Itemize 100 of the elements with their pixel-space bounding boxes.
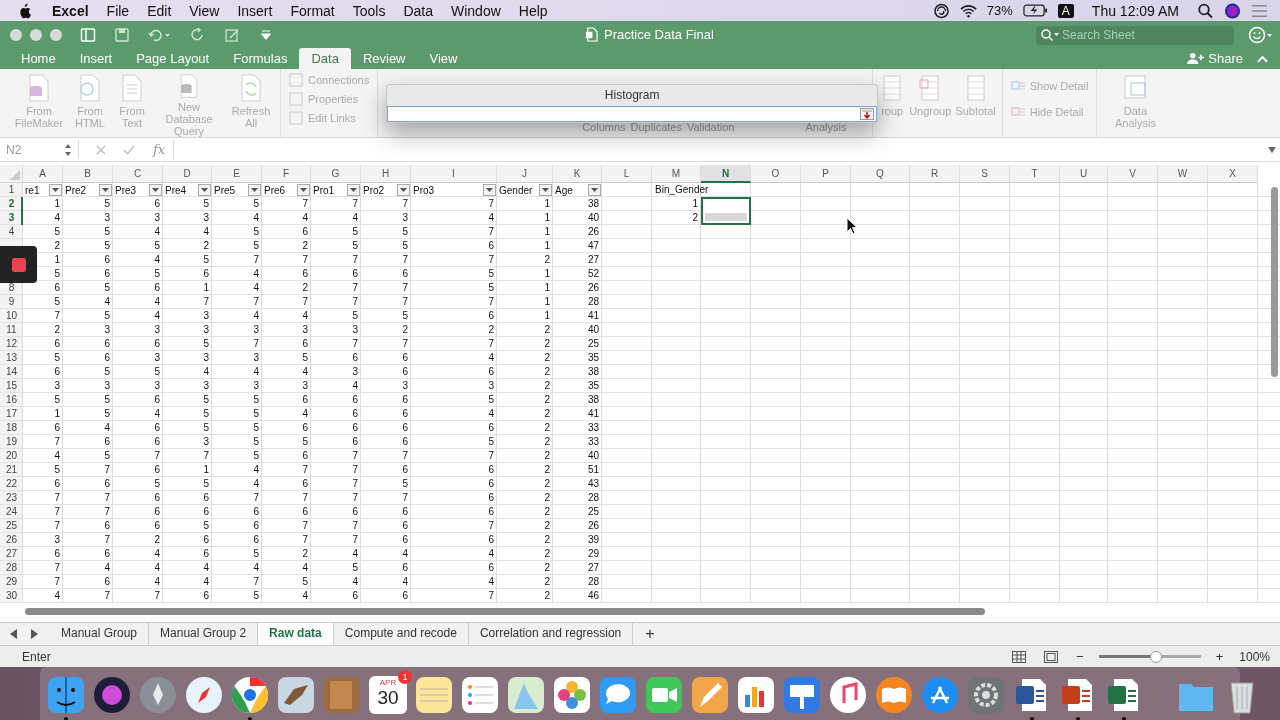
menu-item[interactable]: File — [106, 2, 130, 19]
filter-button-icon[interactable] — [99, 184, 112, 196]
filter-button-icon[interactable] — [198, 184, 211, 196]
row-header[interactable]: 11 — [0, 323, 23, 337]
column-header[interactable]: H — [361, 165, 411, 183]
wifi-icon[interactable] — [959, 2, 977, 19]
search-field[interactable]: Search Sheet — [1036, 25, 1234, 45]
menu-item[interactable]: Format — [290, 2, 335, 19]
zoom-in-button[interactable]: + — [1215, 649, 1224, 664]
menu-item[interactable]: View — [189, 2, 220, 19]
collapse-ribbon-icon[interactable] — [1257, 54, 1268, 63]
column-header[interactable]: Q — [851, 165, 910, 183]
edit-icon[interactable] — [224, 26, 240, 43]
sheet-tab[interactable]: Manual Group — [50, 623, 150, 645]
column-header[interactable]: X — [1208, 165, 1258, 183]
filter-button-icon[interactable] — [49, 184, 62, 196]
grid-view-icon[interactable] — [1012, 650, 1027, 663]
column-header[interactable]: I — [411, 165, 497, 183]
podium-icon[interactable] — [782, 674, 822, 715]
bar-chart-icon[interactable] — [736, 674, 776, 715]
vertical-scrollbar[interactable] — [1271, 187, 1278, 377]
column-header[interactable]: E — [212, 165, 262, 183]
row-header[interactable]: 27 — [0, 547, 23, 561]
column-header[interactable]: U — [1060, 165, 1108, 183]
column-header[interactable]: S — [960, 165, 1010, 183]
music-note-icon[interactable] — [828, 674, 868, 715]
notepad-icon[interactable] — [414, 674, 454, 715]
menu-clock[interactable]: Thu 12:09 AM — [1091, 2, 1179, 19]
column-header[interactable]: W — [1158, 165, 1208, 183]
row-header[interactable]: 28 — [0, 561, 23, 575]
row-header[interactable]: 16 — [0, 393, 23, 407]
stop-recording-button[interactable] — [0, 246, 37, 283]
row-header[interactable]: 4 — [0, 225, 23, 239]
stepper-icon[interactable] — [64, 142, 72, 157]
menu-item[interactable]: Data — [403, 2, 433, 19]
horizontal-scrollbar[interactable] — [25, 608, 985, 615]
row-header[interactable]: 8 — [0, 281, 23, 295]
open-book-icon[interactable] — [874, 674, 914, 715]
row-header[interactable]: 30 — [0, 589, 23, 603]
row-header[interactable]: 10 — [0, 309, 23, 323]
page-view-icon[interactable] — [1044, 650, 1059, 663]
previous-sheet-icon[interactable] — [10, 629, 18, 639]
expand-dialog-icon[interactable] — [860, 108, 875, 120]
caret-icon[interactable] — [1268, 146, 1276, 153]
wheel-icon[interactable] — [230, 674, 270, 715]
ribbon-tab[interactable]: Data — [299, 48, 351, 69]
sidebar-icon[interactable] — [80, 26, 96, 43]
row-header[interactable]: 3 — [0, 211, 23, 225]
menu-item[interactable]: Edit — [147, 2, 172, 19]
column-header[interactable]: F — [262, 165, 311, 183]
column-header[interactable]: P — [801, 165, 851, 183]
list-icon[interactable] — [1251, 2, 1268, 19]
row-header[interactable]: 9 — [0, 295, 23, 309]
search-icon[interactable] — [1197, 2, 1214, 19]
next-sheet-icon[interactable] — [30, 629, 38, 639]
row-header[interactable]: 26 — [0, 533, 23, 547]
row-header[interactable]: 29 — [0, 575, 23, 589]
row-header[interactable]: 2 — [0, 197, 23, 211]
column-header[interactable]: R — [910, 165, 960, 183]
zoom-out-button[interactable]: − — [1076, 649, 1084, 664]
compass-icon[interactable] — [184, 674, 224, 715]
video-call-icon[interactable] — [644, 674, 684, 715]
minimize-button[interactable] — [30, 28, 42, 41]
smiley-icon[interactable] — [1248, 25, 1274, 44]
zoom-button[interactable] — [50, 28, 62, 41]
column-header[interactable]: G — [311, 165, 361, 183]
filter-button-icon[interactable] — [588, 184, 601, 196]
map-icon[interactable] — [506, 674, 546, 715]
sheet-tab[interactable]: Correlation and regression — [468, 623, 634, 645]
menu-item[interactable]: Insert — [237, 2, 273, 19]
row-header[interactable]: 19 — [0, 435, 23, 449]
menu-item[interactable]: Tools — [352, 2, 386, 19]
battery-icon[interactable] — [1022, 4, 1048, 17]
add-sheet-button[interactable]: + — [633, 623, 667, 645]
redo-icon[interactable] — [190, 26, 206, 43]
row-header[interactable]: 13 — [0, 351, 23, 365]
column-header[interactable]: T — [1010, 165, 1060, 183]
filter-button-icon[interactable] — [483, 184, 496, 196]
column-header[interactable]: C — [113, 165, 163, 183]
filter-button-icon[interactable] — [149, 184, 162, 196]
column-header[interactable]: K — [553, 165, 602, 183]
row-header[interactable]: 25 — [0, 519, 23, 533]
row-header[interactable]: 18 — [0, 421, 23, 435]
row-header[interactable]: 21 — [0, 463, 23, 477]
column-header[interactable]: B — [63, 165, 113, 183]
apple-icon[interactable] — [18, 2, 31, 19]
column-header[interactable]: O — [751, 165, 801, 183]
rocket-icon[interactable] — [138, 674, 178, 715]
row-header[interactable]: 22 — [0, 477, 23, 491]
column-header[interactable]: V — [1108, 165, 1158, 183]
column-header[interactable]: J — [497, 165, 553, 183]
column-header[interactable]: A — [23, 165, 63, 183]
menu-item[interactable]: Window — [451, 2, 501, 19]
bird-icon[interactable] — [276, 674, 316, 715]
menu-item[interactable]: Help — [518, 2, 548, 19]
row-header[interactable]: 17 — [0, 407, 23, 421]
pencil-icon[interactable] — [690, 674, 730, 715]
filter-button-icon[interactable] — [347, 184, 360, 196]
filter-button-icon[interactable] — [248, 184, 261, 196]
spiral-icon[interactable] — [932, 2, 950, 19]
